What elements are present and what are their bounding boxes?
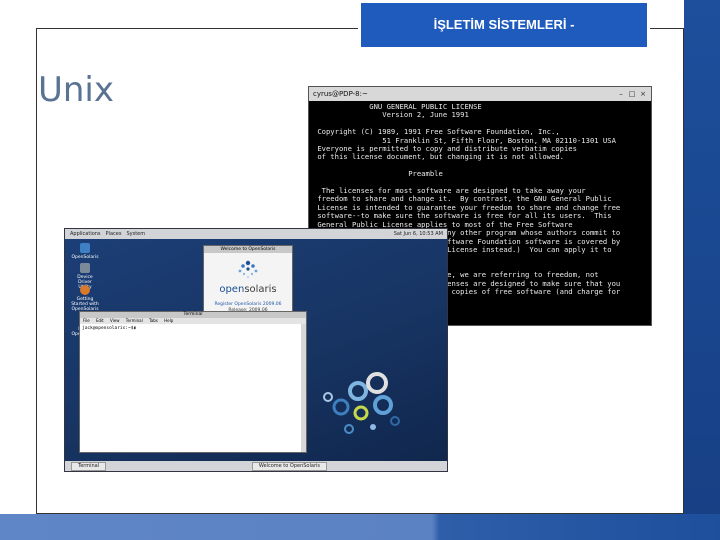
- desktop-icon-getting-started: Getting Started with OpenSolaris: [71, 285, 99, 312]
- panel-item-system: System: [126, 231, 146, 237]
- menu-help[interactable]: Help: [164, 318, 173, 323]
- opensolaris-icon: [80, 243, 90, 253]
- top-panel: Applications Places System Sat Jun 6, 10…: [65, 229, 447, 239]
- welcome-window-title: Welcome to OpenSolaris: [204, 246, 292, 253]
- wordmark-solaris: solaris: [244, 284, 277, 295]
- bottom-taskbar: Terminal Welcome to OpenSolaris: [65, 461, 447, 471]
- register-link[interactable]: Register OpenSolaris 2009.06: [204, 302, 292, 307]
- shell-prompt: jack@opensolaris:~$▮: [82, 326, 137, 331]
- opensolaris-wordmark: opensolaris: [204, 284, 292, 295]
- taskbar-welcome: Welcome to OpenSolaris: [251, 461, 327, 471]
- license-line: Preamble: [408, 169, 443, 179]
- right-accent-strip: [684, 0, 720, 540]
- taskbar-terminal: Terminal: [71, 461, 107, 471]
- menu-terminal[interactable]: Terminal: [126, 318, 143, 323]
- desktop-icon-label: Getting Started with OpenSolaris: [71, 297, 99, 312]
- menu-tabs[interactable]: Tabs: [149, 318, 158, 323]
- firefox-icon: [80, 285, 90, 295]
- slide-title: Unix: [38, 70, 115, 110]
- bottom-accent-strip: [0, 514, 720, 540]
- menu-edit[interactable]: Edit: [96, 318, 104, 323]
- panel-clock: Sat Jun 6, 10:53 AM: [393, 231, 443, 237]
- minimize-icon: –: [619, 90, 623, 98]
- close-icon: ×: [640, 90, 646, 98]
- terminal-window-title: cyrus@PDP-8:~: [313, 90, 368, 98]
- wordmark-open: open: [219, 284, 245, 295]
- wallpaper-circles-decoration: [323, 372, 400, 434]
- desktop-icon-label: OpenSolaris: [71, 255, 99, 260]
- license-line: of this license document, but changing i…: [317, 152, 564, 162]
- slide-header: İŞLETİM SİSTEMLERİ -: [358, 0, 650, 50]
- license-line: Version 2, June 1991: [382, 110, 469, 120]
- menu-file[interactable]: File: [83, 318, 90, 323]
- terminal-scrollbar[interactable]: [301, 324, 306, 452]
- prompt-text: jack@opensolaris:~$: [82, 326, 134, 331]
- device-driver-icon: [80, 263, 90, 273]
- terminal-titlebar: cyrus@PDP-8:~ – □ ×: [309, 87, 651, 101]
- maximize-icon: □: [628, 90, 636, 98]
- opensolaris-desktop-screenshot: Applications Places System Sat Jun 6, 10…: [64, 228, 448, 472]
- menu-view[interactable]: View: [110, 318, 120, 323]
- panel-item-applications: Applications: [70, 231, 101, 237]
- opensolaris-logo-icon: [238, 260, 258, 278]
- terminal-window: Terminal File Edit View Terminal Tabs He…: [79, 311, 307, 453]
- desktop-icon-opensolaris: OpenSolaris: [71, 243, 99, 260]
- panel-item-places: Places: [105, 231, 122, 237]
